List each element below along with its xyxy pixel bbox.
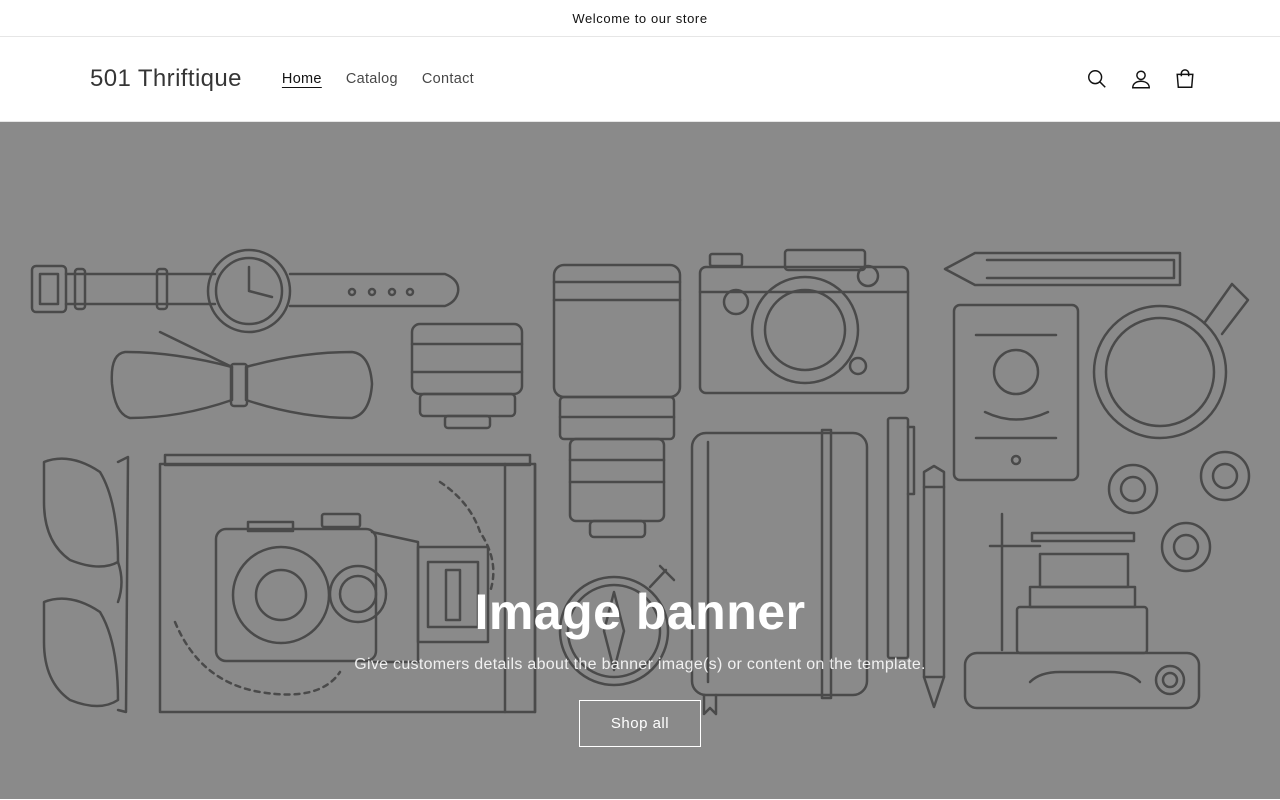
- nav-contact[interactable]: Contact: [410, 71, 486, 87]
- announcement-text: Welcome to our store: [572, 10, 708, 26]
- shop-all-button[interactable]: Shop all: [579, 700, 701, 747]
- nav-home[interactable]: Home: [282, 71, 334, 87]
- pencil-illustration: [943, 251, 1182, 287]
- site-header: 501 Thriftique Home Catalog Contact: [0, 37, 1280, 122]
- image-banner: Image banner Give customers details abou…: [0, 122, 1280, 799]
- bowtie-illustration: [110, 330, 374, 420]
- banner-content: Image banner Give customers details abou…: [0, 582, 1280, 747]
- lens-illustration: [410, 322, 524, 430]
- main-nav: Home Catalog Contact: [282, 71, 486, 87]
- cart-icon: [1176, 69, 1194, 88]
- account-button[interactable]: [1126, 57, 1156, 101]
- header-icons: [1082, 57, 1200, 101]
- search-button[interactable]: [1082, 57, 1112, 101]
- mug-illustration: [1092, 282, 1250, 440]
- announcement-bar: Welcome to our store: [0, 0, 1280, 37]
- zoom-lens-illustration: [552, 263, 682, 539]
- store-logo[interactable]: 501 Thriftique: [90, 65, 242, 93]
- banner-title: Image banner: [474, 584, 806, 640]
- cart-button[interactable]: [1170, 57, 1200, 101]
- account-icon: [1132, 70, 1150, 89]
- nav-catalog[interactable]: Catalog: [334, 71, 410, 87]
- watch-illustration: [30, 248, 460, 334]
- tape-rolls-illustration: [1107, 450, 1251, 573]
- camera-illustration: [698, 248, 910, 395]
- banner-text: Give customers details about the banner …: [354, 656, 926, 673]
- search-icon: [1088, 70, 1106, 88]
- passport-illustration: [952, 303, 1080, 482]
